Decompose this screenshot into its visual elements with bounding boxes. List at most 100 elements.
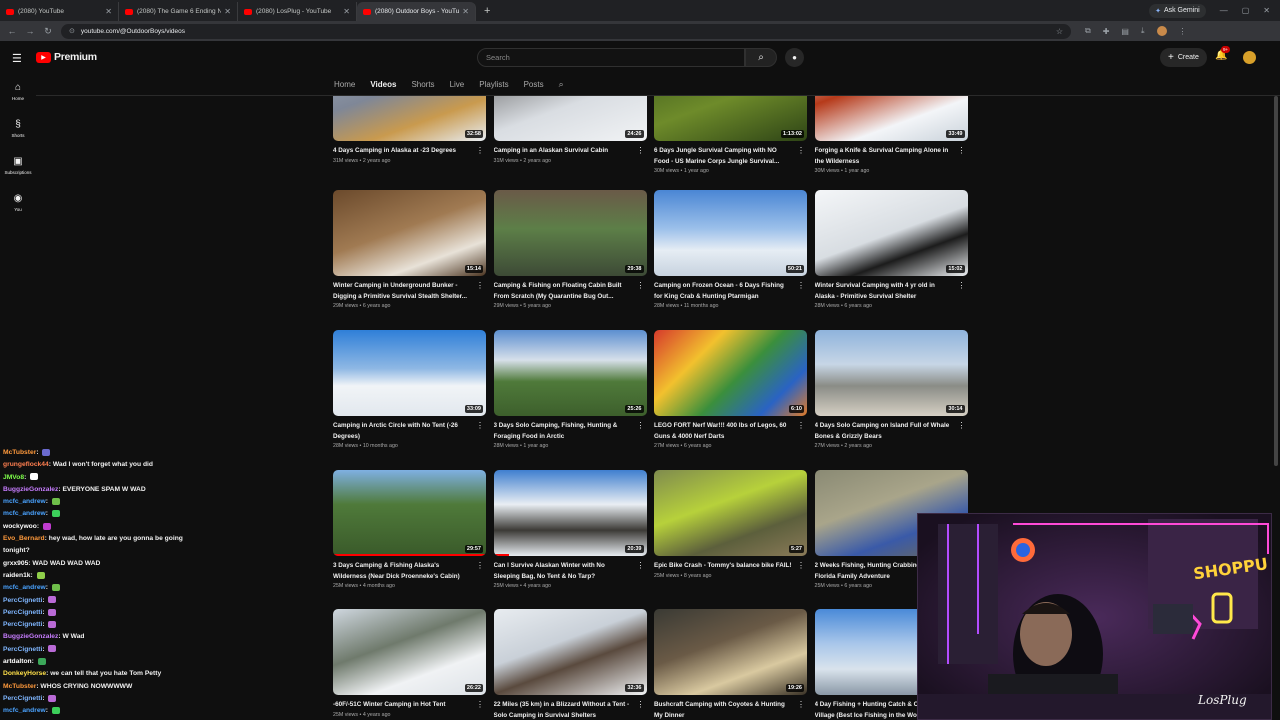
address-bar[interactable]: ⊙ youtube.com/@OutdoorBoys/videos ☆ xyxy=(61,23,1071,39)
browser-tab[interactable]: (2080) LosPlug - YouTube ✕ xyxy=(238,2,357,21)
new-tab-button[interactable]: + xyxy=(476,2,498,21)
close-window-icon[interactable]: ✕ xyxy=(1263,6,1270,15)
close-tab-icon[interactable]: ✕ xyxy=(224,7,231,16)
account-avatar[interactable] xyxy=(1243,51,1256,64)
video-thumbnail[interactable]: 1:13:02 xyxy=(654,96,807,141)
close-tab-icon[interactable]: ✕ xyxy=(343,7,350,16)
chat-username[interactable]: McTubster xyxy=(3,449,36,456)
channel-tab[interactable]: Videos xyxy=(370,80,396,89)
download-icon[interactable]: ⤓ xyxy=(1141,26,1145,36)
youtube-logo[interactable]: ▶ Premium xyxy=(36,51,97,63)
video-card[interactable]: 29:57 3 Days Camping & Fishing Alaska's W… xyxy=(333,470,486,589)
profile-avatar[interactable] xyxy=(1156,26,1167,36)
channel-tab[interactable]: Home xyxy=(334,80,355,89)
video-title[interactable]: 6 Days Jungle Survival Camping with NO F… xyxy=(654,146,792,167)
video-thumbnail[interactable]: 20:39 xyxy=(493,470,647,556)
video-title[interactable]: Forging a Knife & Survival Camping Alone… xyxy=(815,146,953,167)
more-options-icon[interactable]: ⋮ xyxy=(476,281,484,290)
video-thumbnail[interactable]: 26:22 xyxy=(333,609,486,695)
more-options-icon[interactable]: ⋮ xyxy=(637,281,645,290)
video-card[interactable]: 30:14 4 Days Solo Camping on Island Full … xyxy=(814,330,968,449)
channel-tab[interactable]: Playlists xyxy=(479,80,508,89)
video-thumbnail[interactable]: 33:09 xyxy=(333,330,486,416)
video-title[interactable]: Epic Bike Crash - Tommy's balance bike F… xyxy=(654,561,792,572)
create-button[interactable]: + Create xyxy=(1160,48,1207,67)
sidenav-item[interactable]: ◉ You xyxy=(0,185,36,222)
back-icon[interactable]: ← xyxy=(3,26,21,36)
chat-username[interactable]: grungeflock44 xyxy=(3,461,49,468)
puzzle-icon[interactable]: ✚ xyxy=(1103,27,1110,36)
chat-username[interactable]: JMVo8 xyxy=(3,474,24,481)
more-options-icon[interactable]: ⋮ xyxy=(637,561,645,570)
maximize-icon[interactable]: ▢ xyxy=(1242,6,1250,15)
chat-username[interactable]: McTubster xyxy=(3,683,36,690)
video-card[interactable]: 6:10 LEGO FORT Nerf War!!! 400 lbs of Leg… xyxy=(654,330,807,449)
site-info-icon[interactable]: ⊙ xyxy=(69,27,75,35)
chat-username[interactable]: PercCignetti xyxy=(3,621,42,628)
more-options-icon[interactable]: ⋮ xyxy=(958,281,966,290)
more-options-icon[interactable]: ⋮ xyxy=(958,421,966,430)
browser-tab[interactable]: (2080) YouTube ✕ xyxy=(0,2,119,21)
video-thumbnail[interactable]: 32:36 xyxy=(493,609,647,695)
video-thumbnail[interactable]: 15:14 xyxy=(333,190,486,276)
video-card[interactable]: 24:26 Camping in an Alaskan Survival Cabi… xyxy=(493,96,647,164)
video-title[interactable]: Camping on Frozen Ocean - 6 Days Fishing… xyxy=(654,281,792,302)
sidenav-item[interactable]: ⌂ Home xyxy=(0,74,36,111)
channel-search-icon[interactable]: ⌕ xyxy=(559,79,564,90)
channel-tab[interactable]: Posts xyxy=(524,80,544,89)
video-card[interactable]: 19:26 Bushcraft Camping with Coyotes & Hu… xyxy=(654,609,807,720)
notifications-button[interactable]: 🔔 9+ xyxy=(1215,46,1231,61)
video-thumbnail[interactable]: 5:27 xyxy=(654,470,807,556)
ask-gemini-button[interactable]: ✦ Ask Gemini xyxy=(1149,3,1206,18)
video-thumbnail[interactable]: 6:10 xyxy=(654,330,807,416)
sidenav-item[interactable]: § Shorts xyxy=(0,111,36,148)
more-options-icon[interactable]: ⋮ xyxy=(797,146,805,155)
video-card[interactable]: 26:22 -60F/-51C Winter Camping in Hot Ten… xyxy=(333,609,486,718)
more-options-icon[interactable]: ⋮ xyxy=(476,561,484,570)
voice-search-button[interactable]: ● xyxy=(785,48,804,67)
video-title[interactable]: 4 Days Camping in Alaska at -23 Degrees xyxy=(333,146,471,157)
video-title[interactable]: Winter Survival Camping with 4 yr old in… xyxy=(815,281,953,302)
video-card[interactable]: 15:02 Winter Survival Camping with 4 yr o… xyxy=(814,190,968,309)
more-options-icon[interactable]: ⋮ xyxy=(476,421,484,430)
video-title[interactable]: 3 Days Camping & Fishing Alaska's Wilder… xyxy=(333,561,471,582)
sidenav-item[interactable]: ▣ Subscriptions xyxy=(0,148,36,185)
forward-icon[interactable]: → xyxy=(21,26,39,36)
chat-username[interactable]: PercCignetti xyxy=(3,609,42,616)
video-thumbnail[interactable]: 24:26 xyxy=(493,96,647,141)
chat-username[interactable]: mcfc_andrew xyxy=(3,510,46,517)
more-options-icon[interactable]: ⋮ xyxy=(797,561,805,570)
video-thumbnail[interactable]: 19:26 xyxy=(654,609,807,695)
video-thumbnail[interactable]: 30:14 xyxy=(814,330,968,416)
video-title[interactable]: Camping & Fishing on Floating Cabin Buil… xyxy=(494,281,632,302)
chat-username[interactable]: DonkeyHorse xyxy=(3,670,46,677)
chat-username[interactable]: mcfc_andrew xyxy=(3,707,46,714)
chat-username[interactable]: BuggzieGonzalez xyxy=(3,486,58,493)
more-options-icon[interactable]: ⋮ xyxy=(476,700,484,709)
video-card[interactable]: 33:09 Camping in Arctic Circle with No Te… xyxy=(333,330,486,449)
video-card[interactable]: 50:21 Camping on Frozen Ocean - 6 Days Fi… xyxy=(654,190,807,309)
video-card[interactable]: 5:27 Epic Bike Crash - Tommy's balance bi… xyxy=(654,470,807,579)
video-thumbnail[interactable]: 29:57 xyxy=(333,470,486,556)
video-title[interactable]: Can I Survive Alaskan Winter with No Sle… xyxy=(494,561,632,582)
video-card[interactable]: 20:39 Can I Survive Alaskan Winter with N… xyxy=(493,470,647,589)
more-options-icon[interactable]: ⋮ xyxy=(797,281,805,290)
chat-username[interactable]: wockywoo xyxy=(3,523,37,530)
video-thumbnail[interactable]: 15:02 xyxy=(814,190,968,276)
more-options-icon[interactable]: ⋮ xyxy=(637,421,645,430)
more-options-icon[interactable]: ⋮ xyxy=(476,146,484,155)
reload-icon[interactable]: ↻ xyxy=(39,26,57,37)
chat-username[interactable]: PercCignetti xyxy=(3,597,42,604)
more-options-icon[interactable]: ⋮ xyxy=(797,700,805,709)
video-card[interactable]: 29:38 Camping & Fishing on Floating Cabin… xyxy=(493,190,647,309)
more-options-icon[interactable]: ⋮ xyxy=(797,421,805,430)
video-title[interactable]: Bushcraft Camping with Coyotes & Hunting… xyxy=(654,700,792,720)
close-tab-icon[interactable]: ✕ xyxy=(105,7,112,16)
chat-username[interactable]: Evo_Bernard xyxy=(3,535,45,542)
video-title[interactable]: 3 Days Solo Camping, Fishing, Hunting & … xyxy=(494,421,632,442)
video-title[interactable]: Camping in an Alaskan Survival Cabin xyxy=(494,146,632,157)
chat-username[interactable]: grxx905 xyxy=(3,560,28,567)
video-card[interactable]: 25:26 3 Days Solo Camping, Fishing, Hunti… xyxy=(493,330,647,449)
bookmark-star-icon[interactable]: ☆ xyxy=(1056,27,1063,36)
video-thumbnail[interactable]: 32:58 xyxy=(333,96,486,141)
